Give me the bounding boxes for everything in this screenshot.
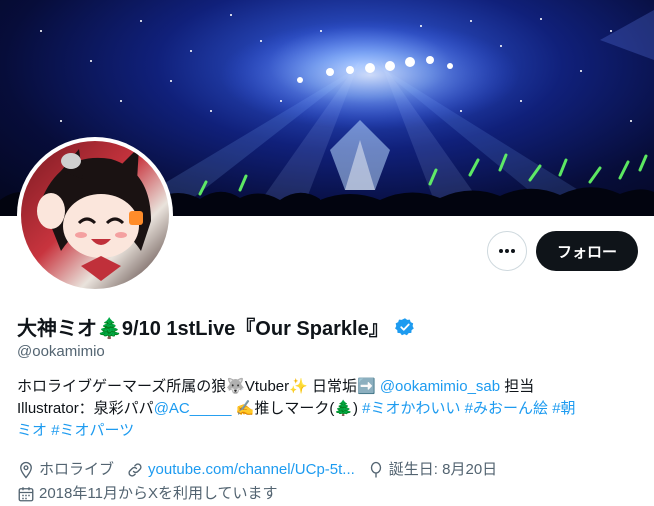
- handle: @ookamimio: [17, 343, 105, 360]
- location: ホロライブ: [17, 460, 114, 480]
- calendar-icon: [17, 485, 35, 503]
- bio-line-2: Illustrator：泉彩パパ@AC_____ ✍️推しマーク(🌲) #ミオか…: [17, 398, 642, 420]
- birthday-text: 誕生日: 8月20日: [388, 461, 498, 478]
- birthday: 誕生日: 8月20日: [367, 460, 497, 480]
- birthday-icon: [367, 461, 385, 479]
- avatar-image: [21, 141, 169, 289]
- location-icon: [17, 461, 35, 479]
- hashtag-link[interactable]: ミオ: [17, 422, 47, 439]
- hashtag-link[interactable]: #ミオパーツ: [51, 422, 134, 439]
- hashtag-link[interactable]: #ミオかわいい: [362, 400, 460, 417]
- more-icon: [499, 249, 515, 253]
- bio-line-3: ミオ #ミオパーツ: [17, 420, 642, 442]
- website[interactable]: youtube.com/channel/UCp-5t...: [126, 460, 355, 480]
- hashtag-link[interactable]: #みおーん絵: [465, 400, 548, 417]
- meta-row-2: 2018年11月からXを利用しています: [17, 482, 509, 506]
- bio-text: Illustrator：泉彩パパ: [17, 400, 154, 417]
- display-name: 大神ミオ🌲9/10 1stLive『Our Sparkle』: [17, 318, 389, 340]
- meta-row-1: ホロライブ youtube.com/channel/UCp-5t... 誕生日:…: [17, 458, 509, 482]
- website-link[interactable]: youtube.com/channel/UCp-5t...: [148, 460, 355, 480]
- profile-bio: ホロライブゲーマーズ所属の狼🐺Vtuber✨ 日常垢➡️ @ookamimio_…: [17, 376, 642, 442]
- follow-button[interactable]: フォロー: [536, 231, 638, 271]
- bio-text: ホロライブゲーマーズ所属の狼🐺Vtuber✨ 日常垢➡️: [17, 378, 380, 395]
- bio-text: ✍️推しマーク(🌲): [231, 400, 363, 417]
- joined: 2018年11月からXを利用しています: [17, 484, 278, 504]
- profile-meta: ホロライブ youtube.com/channel/UCp-5t... 誕生日:…: [17, 458, 509, 506]
- profile-name-row: 大神ミオ🌲9/10 1stLive『Our Sparkle』: [17, 312, 415, 341]
- hashtag-link[interactable]: #朝: [552, 400, 575, 417]
- joined-text: 2018年11月からXを利用しています: [39, 485, 278, 502]
- mention-link[interactable]: @ookamimio_sab: [380, 378, 500, 395]
- location-text: ホロライブ: [39, 461, 115, 478]
- avatar[interactable]: [17, 137, 173, 293]
- mention-link[interactable]: @AC_____: [154, 400, 232, 417]
- link-icon: [126, 461, 144, 479]
- bio-line-1: ホロライブゲーマーズ所属の狼🐺Vtuber✨ 日常垢➡️ @ookamimio_…: [17, 376, 642, 398]
- more-button[interactable]: [487, 231, 527, 271]
- verified-icon[interactable]: [394, 317, 415, 337]
- bio-text: 担当: [500, 378, 535, 395]
